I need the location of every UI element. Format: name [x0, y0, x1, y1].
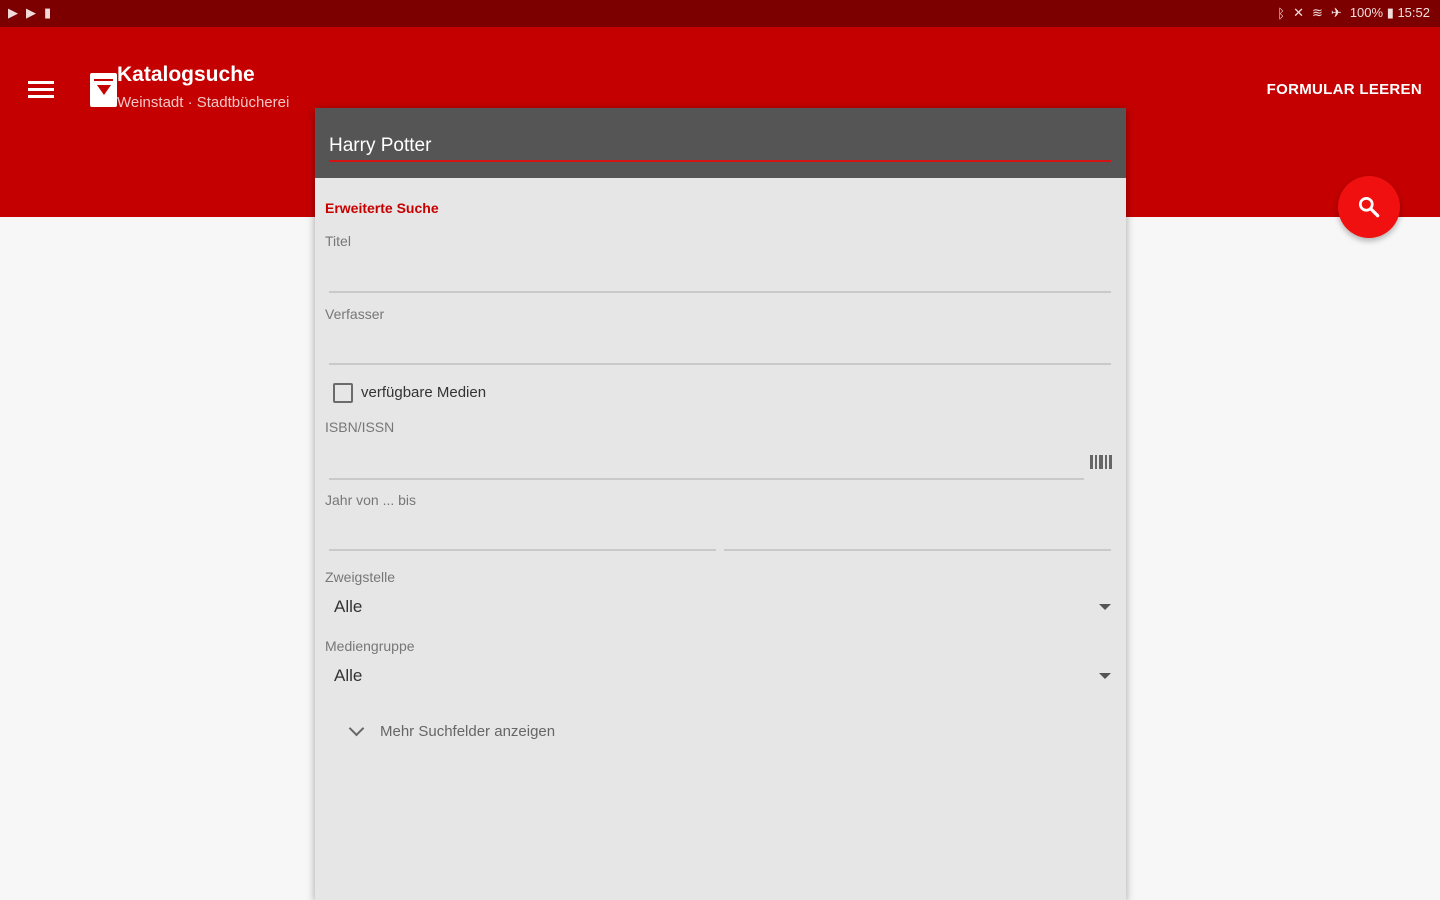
search-icon	[1358, 196, 1380, 218]
wifi-icon: ≋	[1312, 5, 1323, 20]
status-text: 100% ▮ 15:52	[1349, 5, 1430, 20]
title-label: Titel	[325, 233, 351, 249]
mute-icon: ✕	[1293, 5, 1305, 20]
chevron-down-icon	[348, 720, 365, 737]
title-underline	[329, 291, 1111, 293]
status-left-icons: ▶ ▶ ▮	[8, 5, 51, 21]
search-header	[315, 108, 1126, 178]
library-logo-icon	[90, 73, 117, 107]
page-title: Katalogsuche	[117, 63, 255, 86]
play-store-icon: ▶	[26, 5, 36, 20]
more-fields-toggle[interactable]: Mehr Suchfelder anzeigen	[347, 718, 555, 744]
search-input[interactable]	[329, 132, 1111, 162]
clear-form-button[interactable]: FORMULAR LEEREN	[1267, 81, 1422, 98]
status-bar: ▶ ▶ ▮ ᛒ ✕ ≋ ✈ 100% ▮ 15:52	[0, 0, 1440, 27]
available-media-checkbox[interactable]	[333, 383, 353, 403]
isbn-underline	[329, 478, 1084, 480]
year-from-field[interactable]	[329, 516, 716, 550]
battery-saver-icon: ▮	[44, 5, 52, 20]
isbn-field[interactable]	[329, 444, 1084, 478]
author-field[interactable]	[329, 330, 1111, 364]
menu-icon[interactable]	[28, 81, 54, 101]
title-field[interactable]	[329, 258, 1111, 292]
available-media-label[interactable]: verfügbare Medien	[361, 384, 486, 401]
mediagroup-select[interactable]: Alle	[329, 663, 1111, 693]
year-label: Jahr von ... bis	[325, 492, 417, 508]
branch-label: Zweigstelle	[325, 569, 396, 585]
year-to-field[interactable]	[724, 516, 1111, 550]
airplane-icon: ✈	[1330, 5, 1342, 20]
isbn-label: ISBN/ISSN	[325, 419, 395, 435]
bluetooth-icon: ᛒ	[1277, 5, 1286, 21]
play-store-icon: ▶	[8, 5, 18, 20]
advanced-search-heading: Erweiterte Suche	[325, 200, 439, 216]
mediagroup-label: Mediengruppe	[325, 638, 415, 654]
more-fields-label: Mehr Suchfelder anzeigen	[380, 722, 556, 740]
dropdown-arrow-icon	[1099, 604, 1111, 610]
barcode-scan-icon[interactable]	[1090, 455, 1114, 469]
branch-selected-value: Alle	[334, 597, 363, 616]
mediagroup-selected-value: Alle	[334, 666, 363, 685]
author-underline	[329, 363, 1111, 365]
search-form-card: Erweiterte Suche Titel Verfasser verfügb…	[315, 108, 1126, 900]
author-label: Verfasser	[325, 306, 385, 322]
year-from-underline	[329, 549, 716, 551]
branch-select[interactable]: Alle	[329, 594, 1111, 624]
library-subtitle: Weinstadt · Stadtbücherei	[117, 94, 290, 111]
year-to-underline	[724, 549, 1111, 551]
search-button[interactable]	[1338, 176, 1400, 238]
status-right: ᛒ ✕ ≋ ✈ 100% ▮ 15:52	[1277, 5, 1430, 21]
dropdown-arrow-icon	[1099, 673, 1111, 679]
